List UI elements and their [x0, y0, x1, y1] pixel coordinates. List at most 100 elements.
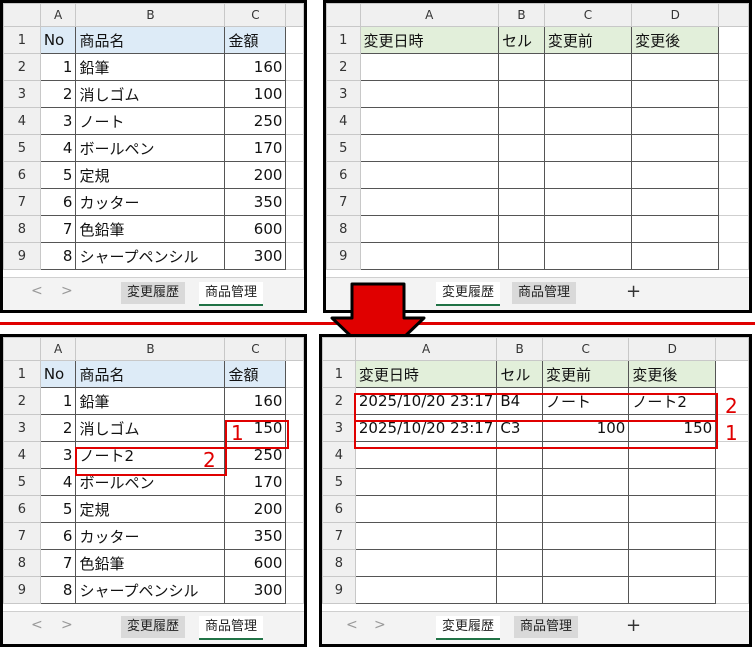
cell-no[interactable]: 4	[39, 468, 77, 496]
column-header-c[interactable]: C	[541, 337, 630, 361]
cell[interactable]	[359, 80, 500, 108]
cell[interactable]	[541, 522, 630, 550]
cell[interactable]	[541, 576, 630, 604]
tab-product-management[interactable]: 商品管理	[512, 282, 577, 304]
row-header[interactable]: 2	[3, 53, 41, 81]
select-all-corner[interactable]	[326, 3, 361, 27]
row-header[interactable]: 9	[322, 576, 356, 604]
header-cell-cell[interactable]: セル	[498, 26, 545, 54]
row-header[interactable]: 7	[3, 522, 41, 550]
cell[interactable]	[715, 468, 749, 496]
row-header[interactable]: 7	[322, 522, 356, 550]
row-header[interactable]: 8	[3, 549, 41, 577]
cell[interactable]	[359, 242, 500, 270]
column-header-b[interactable]: B	[75, 337, 226, 361]
add-sheet-icon[interactable]: +	[626, 615, 641, 636]
cell[interactable]	[496, 468, 543, 496]
row-header[interactable]: 3	[3, 414, 41, 442]
cell-product-name[interactable]: カッター	[75, 522, 226, 550]
cell[interactable]	[285, 576, 304, 604]
row-header[interactable]: 1	[3, 360, 41, 388]
cell[interactable]	[285, 134, 304, 162]
cell-product-name[interactable]: 色鉛筆	[75, 215, 226, 243]
cell[interactable]	[631, 188, 720, 216]
row-header[interactable]: 1	[3, 26, 41, 54]
cell[interactable]	[359, 215, 500, 243]
cell-no[interactable]: 8	[39, 242, 77, 270]
prev-sheet-icon[interactable]: <	[346, 617, 358, 633]
cell-amount[interactable]: 350	[224, 522, 287, 550]
cell[interactable]	[541, 468, 630, 496]
cell-amount[interactable]: 200	[224, 495, 287, 523]
row-header[interactable]: 6	[322, 495, 356, 523]
column-header-c[interactable]: C	[224, 3, 287, 27]
cell[interactable]	[498, 134, 545, 162]
cell[interactable]	[718, 26, 749, 54]
cell-no[interactable]: 1	[39, 387, 77, 415]
cell-product-name[interactable]: シャープペンシル	[75, 576, 226, 604]
row-header[interactable]: 8	[3, 215, 41, 243]
add-sheet-icon[interactable]: +	[626, 281, 641, 302]
cell[interactable]	[718, 107, 749, 135]
column-header-b[interactable]: B	[498, 3, 545, 27]
cell[interactable]	[498, 161, 545, 189]
cell-amount[interactable]: 170	[224, 468, 287, 496]
cell[interactable]	[354, 576, 498, 604]
cell-product-name[interactable]: 消しゴム	[75, 414, 226, 442]
next-sheet-icon[interactable]: >	[374, 617, 386, 633]
header-cell-after[interactable]: 変更後	[628, 360, 717, 388]
tab-change-history[interactable]: 変更履歴	[121, 616, 186, 638]
cell-product-name[interactable]: シャープペンシル	[75, 242, 226, 270]
cell[interactable]	[718, 53, 749, 81]
column-header-a[interactable]: A	[39, 3, 77, 27]
cell[interactable]	[628, 576, 717, 604]
cell[interactable]	[498, 107, 545, 135]
row-header[interactable]: 8	[326, 215, 361, 243]
row-header[interactable]: 4	[3, 441, 41, 469]
cell-amount[interactable]: 170	[224, 134, 287, 162]
cell[interactable]	[285, 161, 304, 189]
header-cell-product-name[interactable]: 商品名	[75, 360, 226, 388]
cell[interactable]	[285, 360, 304, 388]
tab-product-management[interactable]: 商品管理	[199, 616, 264, 640]
cell[interactable]	[285, 188, 304, 216]
row-header[interactable]: 7	[3, 188, 41, 216]
cell[interactable]	[285, 107, 304, 135]
cell-amount[interactable]: 160	[224, 387, 287, 415]
cell[interactable]	[718, 188, 749, 216]
cell[interactable]	[628, 549, 717, 577]
row-header[interactable]: 6	[326, 161, 361, 189]
cell-no[interactable]: 7	[39, 215, 77, 243]
tab-change-history[interactable]: 変更履歴	[436, 282, 501, 306]
cell[interactable]	[543, 107, 633, 135]
row-header[interactable]: 1	[326, 26, 361, 54]
row-header[interactable]: 4	[326, 107, 361, 135]
cell[interactable]	[543, 134, 633, 162]
cell-amount[interactable]: 600	[224, 215, 287, 243]
cell[interactable]	[543, 215, 633, 243]
cell[interactable]	[285, 387, 304, 415]
cell[interactable]	[359, 188, 500, 216]
select-all-corner[interactable]	[3, 337, 41, 361]
cell-no[interactable]: 8	[39, 576, 77, 604]
cell-no[interactable]: 2	[39, 80, 77, 108]
row-header[interactable]: 6	[3, 161, 41, 189]
row-header[interactable]: 2	[326, 53, 361, 81]
cell-amount[interactable]: 600	[224, 549, 287, 577]
column-header-a[interactable]: A	[359, 3, 500, 27]
cell-no[interactable]: 5	[39, 495, 77, 523]
row-header[interactable]: 5	[3, 134, 41, 162]
cell[interactable]	[498, 53, 545, 81]
cell-product-name[interactable]: ノート	[75, 107, 226, 135]
cell[interactable]	[285, 468, 304, 496]
cell-no[interactable]: 7	[39, 549, 77, 577]
cell-no[interactable]: 3	[39, 441, 77, 469]
cell[interactable]	[354, 468, 498, 496]
row-header[interactable]: 4	[322, 441, 356, 469]
header-cell-before[interactable]: 変更前	[543, 26, 633, 54]
cell-no[interactable]: 6	[39, 522, 77, 550]
header-cell-amount[interactable]: 金額	[224, 360, 287, 388]
row-header[interactable]: 6	[3, 495, 41, 523]
cell[interactable]	[543, 161, 633, 189]
header-cell-cell[interactable]: セル	[496, 360, 543, 388]
